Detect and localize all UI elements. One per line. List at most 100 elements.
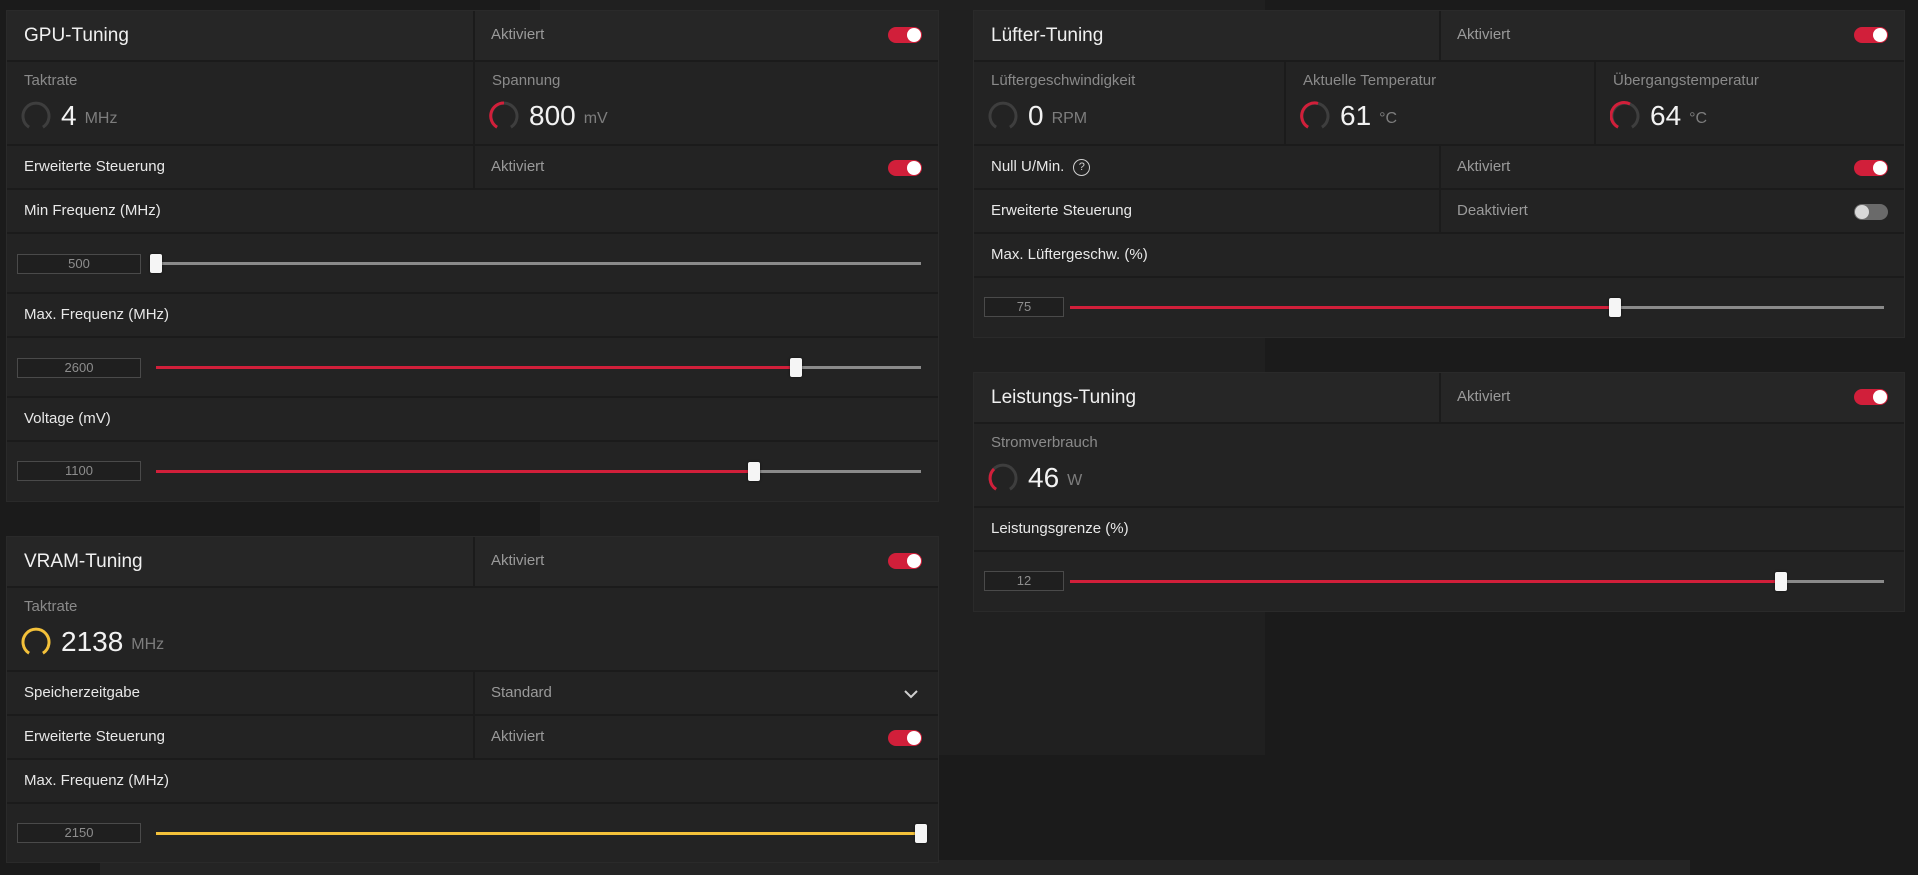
vram-advanced-label: Erweiterte Steuerung — [24, 728, 165, 745]
zero-rpm-status: Aktiviert — [1457, 158, 1511, 175]
fan-speed-label: Lüftergeschwindigkeit — [991, 72, 1136, 89]
power-tuning-toggle[interactable] — [1854, 389, 1888, 405]
power-draw-gauge-icon — [988, 463, 1018, 491]
vram-timing-label: Speicherzeitgabe — [24, 684, 140, 701]
gpu-voltage-slider[interactable] — [156, 462, 921, 481]
gpu-max-freq-slider[interactable] — [156, 358, 921, 377]
gpu-voltage-gauge-icon — [489, 101, 519, 129]
chevron-down-icon[interactable] — [902, 688, 920, 700]
vram-max-freq-label: Max. Frequenz (MHz) — [24, 772, 170, 789]
gpu-tuning-toggle[interactable] — [888, 27, 922, 43]
gpu-advanced-row: Erweiterte Steuerung Aktiviert — [7, 146, 938, 190]
background-strip — [100, 860, 1690, 875]
gpu-max-freq-label: Max. Frequenz (MHz) — [24, 306, 170, 323]
vram-tuning-panel: VRAM-Tuning Aktiviert Taktrate 2138 MHz … — [7, 537, 938, 862]
power-draw-unit: W — [1067, 472, 1083, 489]
power-limit-input[interactable]: 12 — [984, 571, 1064, 591]
fan-tuning-toggle[interactable] — [1854, 27, 1888, 43]
vram-advanced-row: Erweiterte Steuerung Aktiviert — [7, 716, 938, 760]
gpu-max-freq-input[interactable]: 2600 — [17, 358, 141, 378]
help-icon[interactable]: ? — [1073, 158, 1091, 176]
gpu-advanced-label: Erweiterte Steuerung — [24, 158, 165, 175]
power-draw-value: 46 — [1028, 462, 1060, 493]
max-fan-speed-slider-thumb[interactable] — [1609, 298, 1622, 317]
max-fan-speed-slider[interactable] — [1070, 298, 1884, 317]
power-tuning-status: Aktiviert — [1457, 388, 1511, 405]
vram-tuning-status: Aktiviert — [491, 552, 545, 569]
power-limit-label-row: Leistungsgrenze (%) — [974, 508, 1904, 552]
gpu-voltage-label: Spannung — [492, 72, 561, 89]
fan-speed-value: 0 — [1028, 100, 1044, 131]
vram-clock-label: Taktrate — [24, 598, 78, 615]
gpu-max-freq-slider-row: 2600 — [7, 338, 938, 398]
power-tuning-header: Leistungs-Tuning Aktiviert — [974, 373, 1904, 424]
vram-tuning-header: VRAM-Tuning Aktiviert — [7, 537, 938, 588]
fan-advanced-label: Erweiterte Steuerung — [991, 202, 1132, 219]
vram-advanced-status: Aktiviert — [491, 728, 545, 745]
gpu-clock-value: 4 — [61, 100, 77, 131]
power-limit-slider-thumb[interactable] — [1774, 572, 1787, 591]
gpu-min-freq-slider-thumb[interactable] — [150, 254, 162, 273]
vram-max-freq-label-row: Max. Frequenz (MHz) — [7, 760, 938, 804]
vram-timing-value: Standard — [491, 684, 552, 701]
gpu-tuning-panel: GPU-Tuning Aktiviert Taktrate 4 MHz Span… — [7, 11, 938, 501]
gpu-clock-label: Taktrate — [24, 72, 78, 89]
vram-clock-gauge-icon — [21, 627, 51, 655]
power-tuning-title: Leistungs-Tuning — [991, 387, 1137, 408]
gpu-tuning-header: GPU-Tuning Aktiviert — [7, 11, 938, 62]
junction-temp-unit: °C — [1689, 110, 1708, 127]
max-fan-speed-label: Max. Lüftergeschw. (%) — [991, 246, 1148, 263]
vram-tuning-title: VRAM-Tuning — [24, 551, 143, 572]
fan-advanced-toggle[interactable] — [1854, 204, 1888, 220]
gpu-min-freq-label-row: Min Frequenz (MHz) — [7, 190, 938, 234]
vram-max-freq-input[interactable]: 2150 — [17, 823, 141, 843]
gpu-min-freq-input[interactable]: 500 — [17, 254, 141, 274]
fan-tuning-header: Lüfter-Tuning Aktiviert — [974, 11, 1904, 62]
power-tuning-panel: Leistungs-Tuning Aktiviert Stromverbrauc… — [974, 373, 1904, 611]
junction-temp-value: 64 — [1650, 100, 1682, 131]
gpu-min-freq-slider-row: 500 — [7, 234, 938, 294]
power-limit-slider[interactable] — [1070, 572, 1884, 591]
vram-advanced-toggle[interactable] — [888, 730, 922, 746]
gpu-min-freq-label: Min Frequenz (MHz) — [24, 202, 161, 219]
fan-advanced-status: Deaktiviert — [1457, 202, 1528, 219]
fan-speed-gauge-icon — [988, 101, 1018, 129]
power-limit-slider-row: 12 — [974, 552, 1904, 611]
gpu-advanced-status: Aktiviert — [491, 158, 545, 175]
max-fan-speed-input[interactable]: 75 — [984, 297, 1064, 317]
vram-max-freq-slider-row: 2150 — [7, 804, 938, 862]
vram-timing-dropdown[interactable]: Standard — [473, 672, 938, 714]
gpu-voltage-slider-row: 1100 — [7, 442, 938, 501]
gpu-max-freq-slider-thumb[interactable] — [789, 358, 802, 377]
gpu-tuning-status: Aktiviert — [491, 26, 545, 43]
power-metrics-row: Stromverbrauch 46 W — [974, 424, 1904, 508]
max-fan-speed-label-row: Max. Lüftergeschw. (%) — [974, 234, 1904, 278]
gpu-voltage-input[interactable]: 1100 — [17, 461, 141, 481]
gpu-voltage-unit: mV — [583, 110, 608, 127]
power-limit-label: Leistungsgrenze (%) — [991, 520, 1129, 537]
gpu-voltage-label-row: Voltage (mV) — [7, 398, 938, 442]
vram-clock-value: 2138 — [61, 626, 124, 657]
gpu-tuning-title: GPU-Tuning — [24, 25, 129, 46]
junction-temp-label: Übergangstemperatur — [1613, 72, 1759, 89]
vram-max-freq-slider[interactable] — [156, 824, 927, 843]
gpu-min-freq-slider[interactable] — [150, 254, 921, 273]
max-fan-speed-slider-row: 75 — [974, 278, 1904, 337]
fan-speed-unit: RPM — [1051, 110, 1088, 127]
vram-max-freq-slider-thumb[interactable] — [915, 824, 927, 843]
current-temp-unit: °C — [1379, 110, 1398, 127]
vram-tuning-toggle[interactable] — [888, 553, 922, 569]
fan-tuning-title: Lüfter-Tuning — [991, 25, 1104, 46]
current-temp-gauge-icon — [1300, 101, 1330, 129]
zero-rpm-row: Null U/Min.? Aktiviert — [974, 146, 1904, 190]
gpu-voltage-value: 800 — [529, 100, 576, 131]
power-draw-label: Stromverbrauch — [991, 434, 1098, 451]
vram-clock-unit: MHz — [131, 636, 165, 653]
gpu-metrics-row: Taktrate 4 MHz Spannung 800 mV — [7, 62, 938, 146]
zero-rpm-toggle[interactable] — [1854, 160, 1888, 176]
current-temp-label: Aktuelle Temperatur — [1303, 72, 1437, 89]
gpu-advanced-toggle[interactable] — [888, 160, 922, 176]
fan-tuning-status: Aktiviert — [1457, 26, 1511, 43]
gpu-voltage-slider-thumb[interactable] — [748, 462, 761, 481]
zero-rpm-label: Null U/Min. — [991, 158, 1065, 175]
